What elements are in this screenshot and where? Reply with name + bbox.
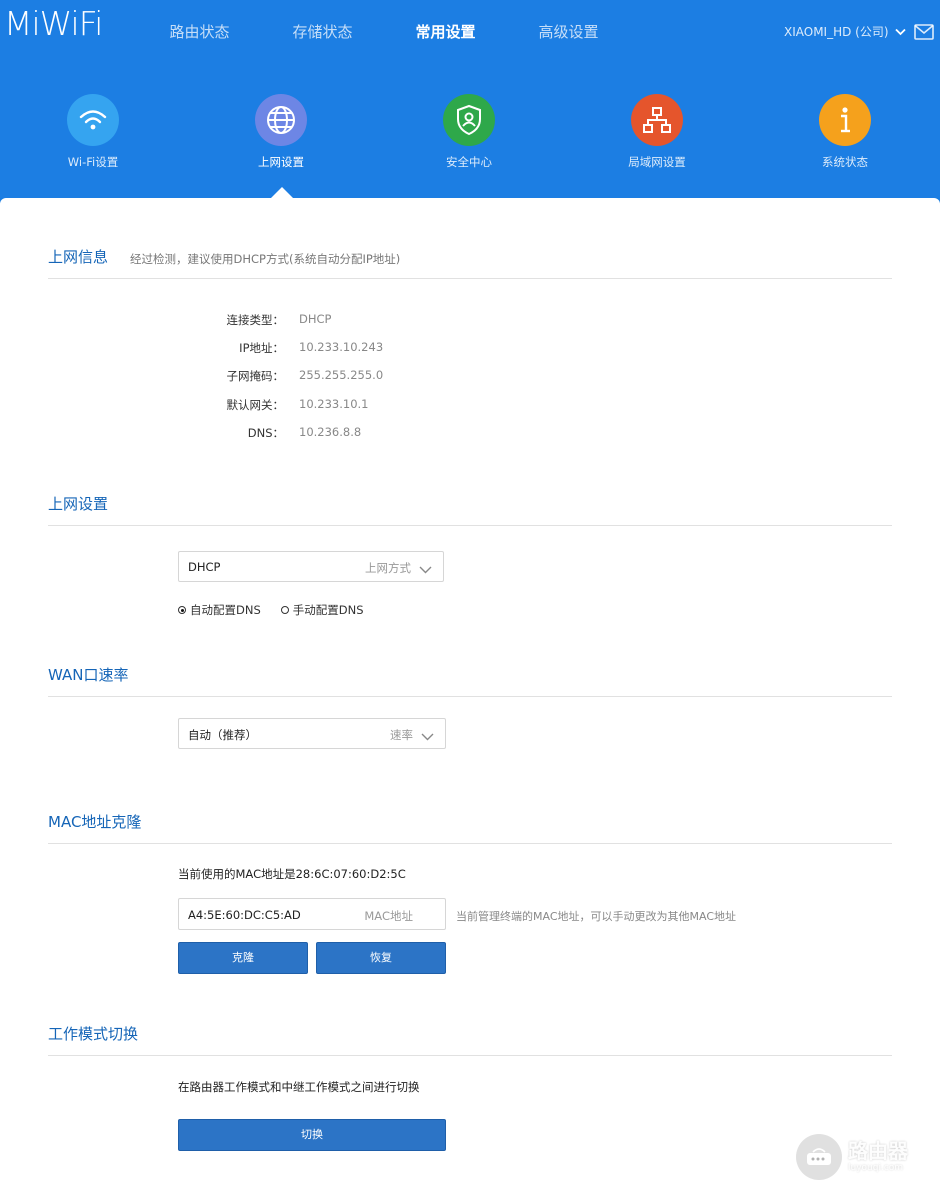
dns-auto-radio[interactable]: 自动配置DNS [178,602,261,618]
nav-common-settings[interactable]: 常用设置 [384,20,507,44]
info-row-connection-type: 连接类型： DHCP [160,312,560,328]
divider [48,1055,892,1056]
globe-icon [255,94,307,146]
mac-input-note: 当前管理终端的MAC地址，可以手动更改为其他MAC地址 [456,910,737,923]
wan-settings-label: 上网设置 [258,155,304,169]
wan-mode-hint: 上网方式 [365,561,411,575]
shield-icon [443,94,495,146]
top-nav: 路由状态 存储状态 常用设置 高级设置 [138,20,630,44]
security-center-tile[interactable]: 安全中心 [414,94,524,170]
watermark-title: 路由器 [848,1139,908,1163]
wan-settings-title: 上网设置 [48,495,109,513]
dns-manual-label: 手动配置DNS [292,603,364,617]
wan-info-subtitle: 经过检测，建议使用DHCP方式(系统自动分配IP地址) [130,252,401,266]
dns-manual-radio[interactable]: 手动配置DNS [280,602,364,618]
wifi-settings-label: Wi-Fi设置 [67,155,119,169]
info-row-gateway: 默认网关： 10.233.10.1 [160,397,560,413]
mail-icon[interactable] [914,24,934,44]
divider [48,843,892,844]
wan-speed-select[interactable]: 自动（推荐） 速率 [178,718,446,749]
lan-settings-label: 局域网设置 [628,155,686,169]
info-row-dns: DNS： 10.236.8.8 [160,425,560,441]
watermark-url: luyouqi.com [848,1163,904,1173]
restore-button[interactable]: 恢复 [316,942,446,974]
clone-button[interactable]: 克隆 [178,942,308,974]
work-mode-desc: 在路由器工作模式和中继工作模式之间进行切换 [178,1080,420,1094]
radio-unchecked-icon [280,606,289,614]
active-tab-pointer [271,187,293,198]
info-row-ip: IP地址： 10.233.10.243 [160,340,560,356]
account-menu[interactable]: XIAOMI_HD (公司) [784,23,906,40]
divider [48,696,892,697]
dns-mode-radio-group: 自动配置DNS 手动配置DNS [178,602,384,618]
network-icon [631,94,683,146]
radio-checked-icon [178,606,186,614]
chevron-down-icon [894,25,906,39]
header: MiWiFi 路由状态 存储状态 常用设置 高级设置 XIAOMI_HD (公司… [0,0,940,198]
chevron-down-icon [419,563,432,577]
nav-advanced-settings[interactable]: 高级设置 [507,20,630,44]
router-logo-icon [796,1134,842,1180]
logo: MiWiFi [4,4,103,43]
info-value: DHCP [299,312,332,326]
switch-mode-button[interactable]: 切换 [178,1119,446,1151]
info-value: 10.233.10.243 [299,340,384,354]
divider [48,278,892,279]
info-value: 255.255.255.0 [299,368,384,382]
info-key: 子网掩码： [226,369,285,383]
info-key: DNS： [247,426,284,440]
info-icon [819,94,871,146]
info-value: 10.233.10.1 [299,397,369,411]
mac-input-value: A4:5E:60:DC:C5:AD [188,908,301,922]
account-name: XIAOMI_HD (公司) [784,25,889,39]
wan-speed-hint: 速率 [390,728,413,742]
mac-address-input[interactable]: A4:5E:60:DC:C5:AD MAC地址 [178,898,446,930]
system-status-tile[interactable]: 系统状态 [790,94,900,170]
info-row-netmask: 子网掩码： 255.255.255.0 [160,368,560,384]
info-key: 默认网关： [226,398,285,412]
security-center-label: 安全中心 [446,155,492,169]
dns-auto-label: 自动配置DNS [190,603,261,617]
wan-mode-select[interactable]: DHCP 上网方式 [178,551,444,582]
main-content: 上网信息 经过检测，建议使用DHCP方式(系统自动分配IP地址) 连接类型： D… [0,198,940,1200]
system-status-label: 系统状态 [822,155,868,169]
wifi-icon [67,94,119,146]
nav-storage-status[interactable]: 存储状态 [261,20,384,44]
work-mode-title: 工作模式切换 [48,1025,139,1043]
wan-info-title: 上网信息 [48,248,109,266]
wan-speed-value: 自动（推荐） [188,728,257,742]
wan-mode-value: DHCP [188,560,221,574]
info-value: 10.236.8.8 [299,425,362,439]
lan-settings-tile[interactable]: 局域网设置 [602,94,712,170]
wifi-settings-tile[interactable]: Wi-Fi设置 [38,94,148,170]
info-key: IP地址： [239,341,284,355]
settings-icon-row: Wi-Fi设置 上网设置 安全中心 局域网设置 系统状态 [0,94,940,184]
mac-clone-title: MAC地址克隆 [48,813,142,831]
info-key: 连接类型： [226,313,285,327]
chevron-down-icon [421,730,434,744]
watermark: 路由器 luyouqi.com [796,1134,908,1180]
wan-settings-tile[interactable]: 上网设置 [226,94,336,170]
wan-speed-title: WAN口速率 [48,666,129,684]
mac-input-hint: MAC地址 [364,909,413,923]
current-mac-text: 当前使用的MAC地址是28:6C:07:60:D2:5C [178,867,406,881]
nav-router-status[interactable]: 路由状态 [138,20,261,44]
divider [48,525,892,526]
